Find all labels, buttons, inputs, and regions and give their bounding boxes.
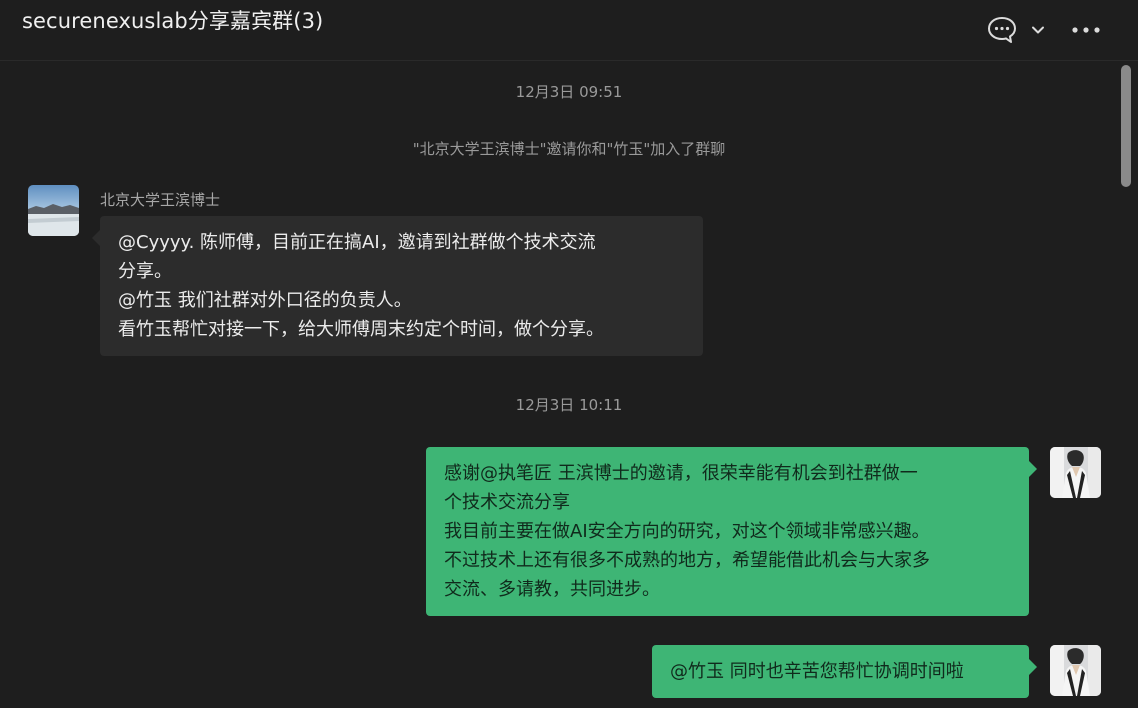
- chevron-down-icon: [1032, 26, 1044, 34]
- message-timestamp: 12月3日 09:51: [515, 83, 623, 101]
- message-timestamp: 12月3日 10:11: [515, 396, 623, 414]
- message-bubble-outgoing[interactable]: 感谢@执笔匠 王滨博士的邀请，很荣幸能有机会到社群做一 个技术交流分享 我目前主…: [426, 447, 1037, 616]
- message-text-line: @Cyyyy. 陈师傅，目前正在搞AI，邀请到社群做个技术交流: [118, 232, 596, 253]
- chat-window: securenexuslab分享嘉宾群(3) 12月3日 09:51 "北京大学…: [0, 0, 1138, 708]
- message-text-line: @竹玉 同时也辛苦您帮忙协调时间啦: [670, 661, 964, 682]
- dropdown-button[interactable]: [1026, 14, 1050, 46]
- system-notice: "北京大学王滨博士"邀请你和"竹玉"加入了群聊: [412, 140, 726, 158]
- message-text-line: 交流、多请教，共同进步。: [444, 579, 660, 600]
- message-text-line: @竹玉 我们社群对外口径的负责人。: [118, 290, 412, 311]
- my-avatar[interactable]: [1050, 447, 1101, 498]
- scrollbar-thumb[interactable]: [1121, 65, 1131, 187]
- sender-name: 北京大学王滨博士: [100, 191, 221, 209]
- my-avatar[interactable]: [1050, 645, 1101, 696]
- chat-header: securenexuslab分享嘉宾群(3): [0, 0, 1138, 61]
- chat-info-button[interactable]: [984, 14, 1020, 46]
- sender-avatar[interactable]: [28, 185, 79, 236]
- message-text-line: 我目前主要在做AI安全方向的研究，对这个领域非常感兴趣。: [444, 521, 930, 542]
- message-text-line: 分享。: [118, 261, 172, 282]
- message-bubble-outgoing[interactable]: @竹玉 同时也辛苦您帮忙协调时间啦: [652, 645, 1037, 698]
- message-text-line: 看竹玉帮忙对接一下，给大师傅周末约定个时间，做个分享。: [118, 319, 604, 340]
- message-text-line: 感谢@执笔匠 王滨博士的邀请，很荣幸能有机会到社群做一: [444, 463, 918, 484]
- more-options-button[interactable]: [1068, 14, 1104, 46]
- landscape-avatar-image: [28, 185, 79, 236]
- message-text-line: 个技术交流分享: [444, 492, 570, 513]
- person-avatar-image: [1050, 447, 1101, 498]
- chat-title: securenexuslab分享嘉宾群(3): [22, 9, 324, 33]
- message-list[interactable]: 12月3日 09:51 "北京大学王滨博士"邀请你和"竹玉"加入了群聊 北京大学…: [0, 61, 1118, 708]
- more-dots-icon: [1072, 27, 1100, 33]
- person-avatar-image: [1050, 645, 1101, 696]
- message-bubble-incoming[interactable]: @Cyyyy. 陈师傅，目前正在搞AI，邀请到社群做个技术交流 分享。 @竹玉 …: [92, 216, 703, 356]
- speech-bubble-icon: [988, 17, 1016, 43]
- message-text-line: 不过技术上还有很多不成熟的地方，希望能借此机会与大家多: [444, 550, 930, 571]
